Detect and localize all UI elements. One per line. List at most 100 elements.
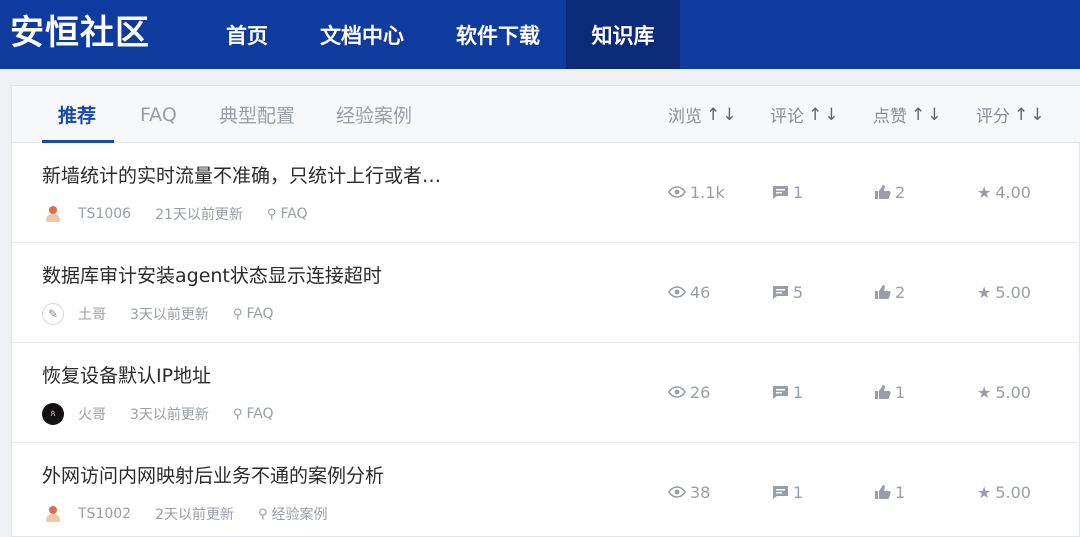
view-count: 26	[668, 382, 710, 402]
sort-rating[interactable]: 评分 ↑↓	[976, 86, 1047, 143]
tab-faq[interactable]: FAQ	[140, 86, 177, 143]
view-count-value: 46	[690, 282, 711, 302]
view-count: 38	[668, 482, 710, 502]
updated-time: 3天以前更新	[130, 407, 209, 423]
view-count: 46	[668, 282, 710, 302]
like-count-value: 2	[895, 182, 906, 202]
article-meta: ጰ 火哥 3天以前更新 ⚲ FAQ	[42, 402, 274, 426]
sort-likes[interactable]: 点赞 ↑↓	[873, 86, 944, 143]
thumbs-up-icon	[875, 285, 891, 299]
star-icon: ★	[977, 382, 992, 402]
thumbs-up-icon	[875, 485, 891, 499]
article-meta: TS1006 21天以前更新 ⚲ FAQ	[42, 202, 308, 226]
rating-value: 5.00	[995, 382, 1031, 402]
location-pin-icon: ⚲	[232, 306, 243, 322]
category-link[interactable]: 经验案例	[272, 504, 328, 524]
nav-home[interactable]: 首页	[206, 0, 288, 69]
tab-experience-cases[interactable]: 经验案例	[336, 86, 412, 143]
eye-icon	[668, 186, 686, 198]
comment-count: 5	[772, 282, 803, 302]
comment-count: 1	[772, 482, 803, 502]
sort-arrows-icon: ↑↓	[911, 104, 944, 125]
article-meta: TS1002 2天以前更新 ⚲ 经验案例	[42, 502, 328, 526]
eye-icon	[668, 486, 686, 498]
eye-icon	[668, 286, 686, 298]
sort-arrows-icon: ↑↓	[706, 104, 739, 125]
avatar[interactable]	[42, 503, 64, 525]
updated-time: 3天以前更新	[130, 307, 209, 323]
tab-recommended[interactable]: 推荐	[58, 86, 96, 143]
article-title[interactable]: 数据库审计安装agent状态显示连接超时	[42, 261, 382, 288]
article-title[interactable]: 恢复设备默认IP地址	[42, 361, 211, 388]
location-pin-icon: ⚲	[266, 206, 277, 222]
list-item: 新墙统计的实时流量不准确，只统计上行或者… TS1006 21天以前更新 ⚲ F…	[12, 143, 1080, 243]
sort-views-label: 浏览	[668, 107, 702, 127]
author-name[interactable]: 土哥	[78, 304, 106, 324]
rating-value: 4.00	[995, 182, 1031, 202]
sort-views[interactable]: 浏览 ↑↓	[668, 86, 739, 143]
comment-count-value: 5	[793, 282, 804, 302]
nav-downloads[interactable]: 软件下载	[436, 0, 560, 69]
article-title[interactable]: 新墙统计的实时流量不准确，只统计上行或者…	[42, 161, 441, 188]
sort-arrows-icon: ↑↓	[1014, 104, 1047, 125]
rating: ★ 5.00	[977, 282, 1031, 302]
author-name[interactable]: TS1006	[78, 206, 131, 222]
view-count-value: 26	[690, 382, 711, 402]
sort-comments[interactable]: 评论 ↑↓	[770, 86, 841, 143]
rating-value: 5.00	[995, 282, 1031, 302]
location-pin-icon: ⚲	[232, 406, 243, 422]
sort-comments-label: 评论	[770, 107, 804, 127]
site-logo[interactable]: 安恒社区	[10, 10, 150, 56]
top-nav-bar: 安恒社区 首页 文档中心 软件下载 知识库	[0, 0, 1080, 69]
star-icon: ★	[977, 182, 992, 202]
category-link[interactable]: FAQ	[246, 406, 273, 422]
like-count-value: 1	[895, 382, 906, 402]
avatar[interactable]: ጰ	[42, 403, 64, 425]
comment-icon	[773, 385, 788, 399]
list-item: 数据库审计安装agent状态显示连接超时 ✎ 土哥 3天以前更新 ⚲ FAQ 4…	[12, 243, 1080, 343]
like-count: 1	[874, 482, 905, 502]
comment-count-value: 1	[793, 182, 804, 202]
rating: ★ 5.00	[977, 382, 1031, 402]
rating: ★ 4.00	[977, 182, 1031, 202]
view-count-value: 38	[690, 482, 711, 502]
rating: ★ 5.00	[977, 482, 1031, 502]
comment-icon	[773, 485, 788, 499]
star-icon: ★	[977, 282, 992, 302]
sort-likes-label: 点赞	[873, 107, 907, 127]
star-icon: ★	[977, 482, 992, 502]
sort-rating-label: 评分	[976, 107, 1010, 127]
updated-time: 2天以前更新	[155, 507, 234, 523]
nav-knowledge-base[interactable]: 知识库	[566, 0, 680, 69]
like-count: 2	[874, 282, 905, 302]
knowledge-list-card: 推荐 FAQ 典型配置 经验案例 浏览 ↑↓ 评论 ↑↓ 点赞 ↑↓ 评分 ↑↓…	[11, 85, 1080, 537]
category-link[interactable]: FAQ	[280, 206, 307, 222]
view-count: 1.1k	[668, 182, 725, 202]
list-item: 外网访问内网映射后业务不通的案例分析 TS1002 2天以前更新 ⚲ 经验案例 …	[12, 443, 1080, 537]
view-count-value: 1.1k	[690, 182, 725, 202]
comment-icon	[773, 185, 788, 199]
nav-docs[interactable]: 文档中心	[300, 0, 424, 69]
like-count-value: 1	[895, 482, 906, 502]
like-count: 2	[874, 182, 905, 202]
list-item: 恢复设备默认IP地址 ጰ 火哥 3天以前更新 ⚲ FAQ 26 1 1 ★ 5.…	[12, 343, 1080, 443]
thumbs-up-icon	[875, 385, 891, 399]
thumbs-up-icon	[875, 185, 891, 199]
author-name[interactable]: TS1002	[78, 506, 131, 522]
tab-typical-config[interactable]: 典型配置	[219, 86, 295, 143]
article-title[interactable]: 外网访问内网映射后业务不通的案例分析	[42, 461, 384, 488]
avatar[interactable]: ✎	[42, 303, 64, 325]
comment-count: 1	[772, 382, 803, 402]
list-tabs-bar: 推荐 FAQ 典型配置 经验案例 浏览 ↑↓ 评论 ↑↓ 点赞 ↑↓ 评分 ↑↓	[12, 86, 1080, 143]
avatar[interactable]	[42, 203, 64, 225]
sort-arrows-icon: ↑↓	[808, 104, 841, 125]
comment-count-value: 1	[793, 382, 804, 402]
like-count-value: 2	[895, 282, 906, 302]
author-name[interactable]: 火哥	[78, 404, 106, 424]
category-link[interactable]: FAQ	[246, 306, 273, 322]
comment-icon	[773, 285, 788, 299]
comment-count: 1	[772, 182, 803, 202]
eye-icon	[668, 386, 686, 398]
location-pin-icon: ⚲	[258, 506, 268, 522]
like-count: 1	[874, 382, 905, 402]
